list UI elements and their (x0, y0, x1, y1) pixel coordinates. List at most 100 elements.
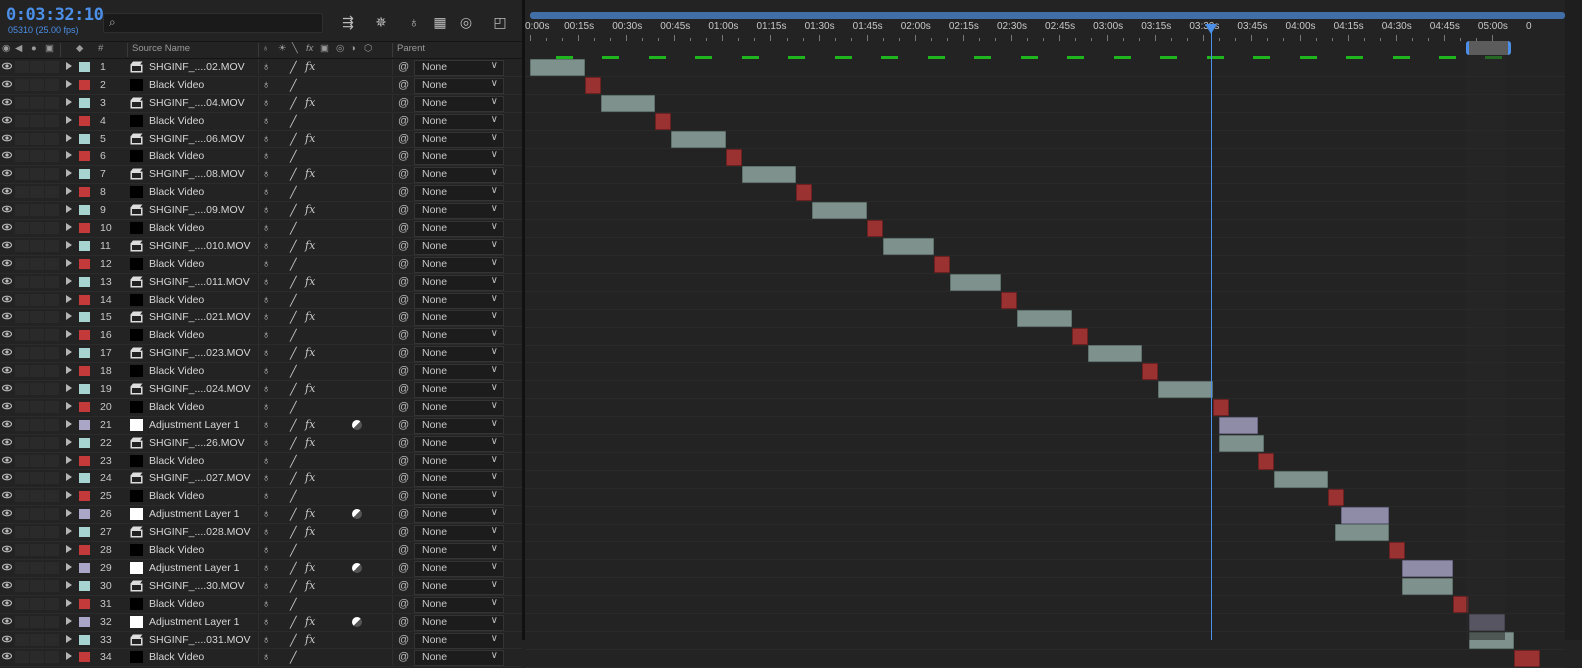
lock-toggle[interactable] (45, 651, 59, 664)
pick-whip-icon[interactable]: @ (398, 133, 409, 145)
search-input[interactable]: ⌕ (103, 13, 323, 33)
layer-source-name[interactable]: SHGINF_....011.MOV (149, 276, 250, 288)
lock-toggle[interactable] (45, 61, 59, 73)
layer-source-name[interactable]: Black Video (149, 150, 204, 162)
expand-arrow-icon[interactable] (66, 330, 72, 339)
visibility-eye-icon[interactable] (1, 347, 13, 357)
lock-toggle[interactable] (45, 579, 59, 592)
shy-icon[interactable]: ♁ (262, 562, 270, 574)
expand-arrow-icon[interactable] (66, 294, 72, 303)
layer-source-name[interactable]: SHGINF_....06.MOV (149, 133, 245, 145)
label-color-swatch[interactable] (79, 473, 90, 484)
expand-arrow-icon[interactable] (66, 419, 72, 428)
visibility-eye-icon[interactable] (1, 311, 13, 321)
pick-whip-icon[interactable]: @ (398, 526, 409, 538)
visibility-eye-icon[interactable] (1, 634, 13, 644)
pick-whip-icon[interactable]: @ (398, 204, 409, 216)
layer-row[interactable]: 1 SHGINF_....02.MOV ♁ ╱ fx @ None ∨ (0, 59, 522, 77)
shy-icon[interactable]: ♁ (262, 580, 270, 592)
draft-3d-icon[interactable]: ✵ (371, 12, 391, 32)
layer-source-name[interactable]: SHGINF_....04.MOV (149, 97, 245, 109)
shy-icon[interactable]: ♁ (262, 508, 270, 520)
layer-clip-bar[interactable] (1158, 381, 1213, 399)
quality-icon[interactable]: ╱ (290, 240, 297, 253)
visibility-eye-icon[interactable] (1, 258, 13, 268)
label-color-swatch[interactable] (79, 205, 90, 216)
pick-whip-icon[interactable]: @ (398, 294, 409, 306)
shy-icon[interactable]: ♁ (262, 437, 270, 449)
audio-toggle[interactable] (15, 383, 29, 396)
layer-clip-bar[interactable] (1514, 649, 1540, 667)
solo-toggle[interactable] (30, 436, 44, 449)
solo-toggle[interactable] (30, 490, 44, 503)
layer-row[interactable]: 29 Adjustment Layer 1 ♁ ╱ fx @ None ∨ (0, 559, 522, 578)
label-color-swatch[interactable] (79, 187, 90, 198)
expand-arrow-icon[interactable] (66, 366, 72, 375)
lock-toggle[interactable] (45, 204, 59, 217)
shy-icon[interactable]: ♁ (262, 79, 270, 91)
shy-icon[interactable]: ♁ (262, 365, 270, 377)
solo-toggle[interactable] (30, 257, 44, 270)
audio-toggle[interactable] (15, 204, 29, 217)
layer-source-name[interactable]: Black Video (149, 329, 204, 341)
quality-icon[interactable]: ╱ (290, 365, 297, 378)
pick-whip-icon[interactable]: @ (398, 222, 409, 234)
solo-toggle[interactable] (30, 365, 44, 378)
quality-icon[interactable]: ╱ (290, 79, 297, 92)
fx-icon[interactable]: fx (305, 615, 315, 628)
quality-icon[interactable]: ╱ (290, 634, 297, 647)
parent-dropdown[interactable]: None ∨ (414, 650, 504, 667)
layer-source-name[interactable]: Adjustment Layer 1 (149, 616, 239, 628)
solo-toggle[interactable] (30, 114, 44, 127)
pick-whip-icon[interactable]: @ (398, 115, 409, 127)
pick-whip-icon[interactable]: @ (398, 544, 409, 556)
layer-row[interactable]: 28 Black Video ♁ ╱ @ None ∨ (0, 542, 522, 560)
shy-icon[interactable]: ♁ (262, 150, 270, 162)
audio-toggle[interactable] (15, 490, 29, 503)
shy-icon[interactable]: ♁ (262, 472, 270, 484)
shy-icon[interactable]: ♁ (262, 186, 270, 198)
layer-row[interactable]: 8 Black Video ♁ ╱ @ None ∨ (0, 184, 522, 203)
visibility-eye-icon[interactable] (1, 115, 13, 125)
expand-arrow-icon[interactable] (66, 634, 72, 643)
layer-source-name[interactable]: SHGINF_....26.MOV (149, 437, 245, 449)
parent-dropdown[interactable]: None ∨ (414, 489, 504, 506)
composition-flowchart-icon[interactable]: ⇶ (338, 12, 358, 32)
label-color-swatch[interactable] (79, 455, 90, 466)
audio-toggle[interactable] (15, 615, 29, 628)
motion-blur-icon[interactable]: ◎ (456, 12, 476, 32)
fx-icon[interactable]: fx (305, 579, 315, 592)
layer-row[interactable]: 34 Black Video ♁ ╱ @ None ∨ (0, 649, 522, 668)
shy-icon[interactable]: ♁ (262, 133, 270, 145)
layer-source-name[interactable]: Black Video (149, 222, 204, 234)
label-color-swatch[interactable] (79, 348, 90, 359)
layer-row[interactable]: 25 Black Video ♁ ╱ @ None ∨ (0, 488, 522, 507)
audio-icon[interactable]: ◀ (15, 43, 22, 54)
layer-source-name[interactable]: Black Video (149, 294, 204, 306)
pick-whip-icon[interactable]: @ (398, 651, 409, 663)
quality-icon[interactable]: ╱ (290, 150, 297, 163)
expand-arrow-icon[interactable] (66, 240, 72, 249)
expand-arrow-icon[interactable] (66, 652, 72, 661)
solo-toggle[interactable] (30, 96, 44, 109)
visibility-eye-icon[interactable] (1, 186, 13, 196)
shy-icon[interactable]: ♁ (262, 616, 270, 628)
layer-clip-bar[interactable] (1219, 417, 1258, 434)
visibility-eye-icon[interactable] (1, 437, 13, 447)
parent-dropdown[interactable]: None ∨ (414, 596, 504, 613)
audio-toggle[interactable] (15, 168, 29, 181)
time-ruler[interactable]: 0:00s 00:15s 00:30s 00:45s 01:00s 01:15s 01:30… (525, 20, 1565, 42)
expand-arrow-icon[interactable] (66, 491, 72, 500)
layer-clip-bar[interactable] (1219, 434, 1265, 452)
current-timecode[interactable]: 0:03:32:10 (6, 5, 104, 25)
fx-icon[interactable]: fx (305, 96, 315, 109)
audio-toggle[interactable] (15, 114, 29, 127)
pick-whip-icon[interactable]: @ (398, 329, 409, 341)
audio-toggle[interactable] (15, 329, 29, 342)
expand-arrow-icon[interactable] (66, 545, 72, 554)
solo-toggle[interactable] (30, 561, 44, 574)
solo-toggle[interactable] (30, 222, 44, 235)
pick-whip-icon[interactable]: @ (398, 258, 409, 270)
solo-icon[interactable]: ● (31, 43, 37, 54)
audio-toggle[interactable] (15, 418, 29, 431)
